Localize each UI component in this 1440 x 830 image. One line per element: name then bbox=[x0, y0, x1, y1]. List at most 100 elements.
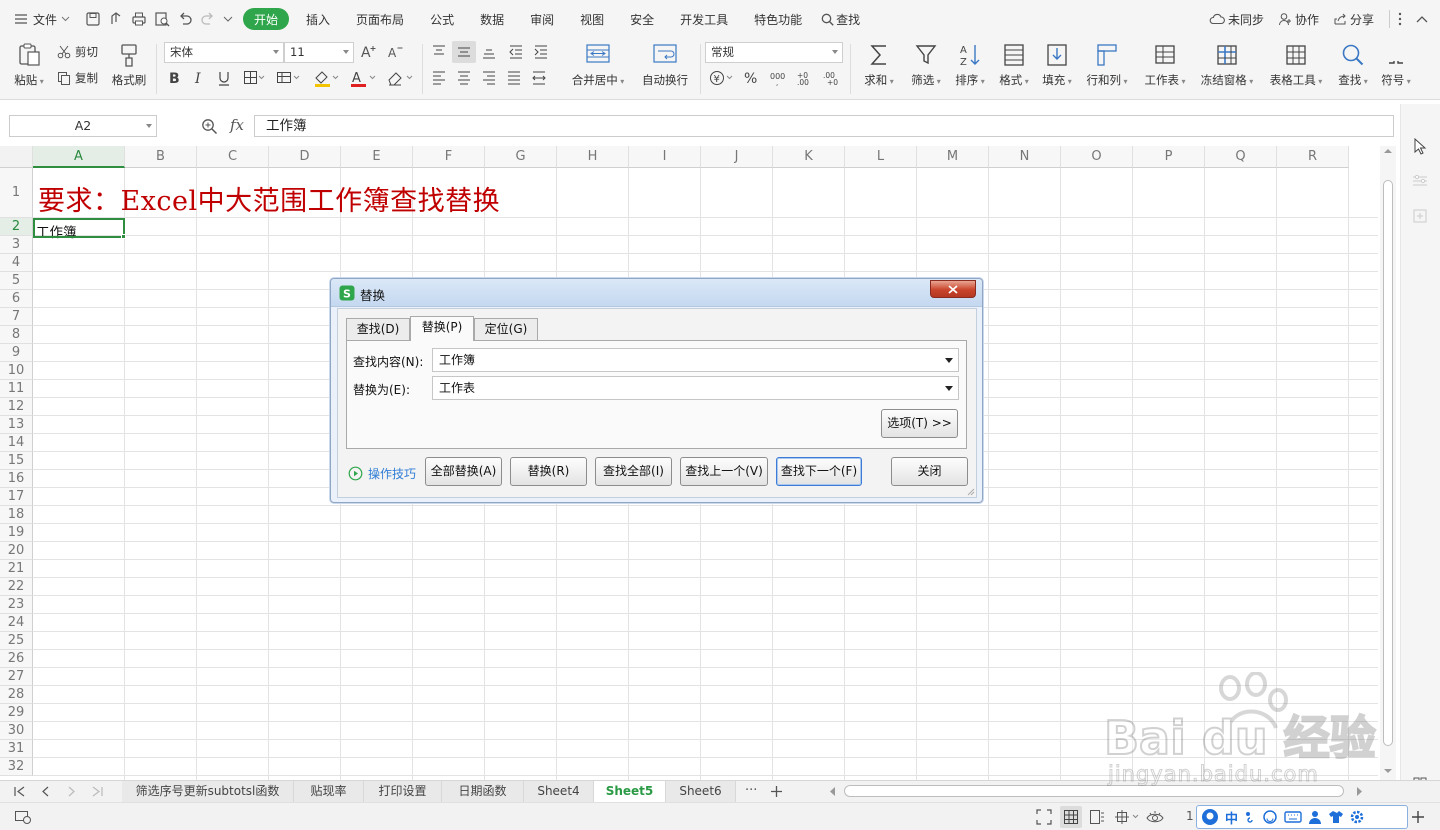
column-header[interactable]: E bbox=[341, 146, 413, 168]
tab-page-layout[interactable]: 页面布局 bbox=[343, 8, 417, 30]
row-header[interactable]: 12 bbox=[0, 398, 33, 416]
add-sheet-icon[interactable] bbox=[770, 785, 783, 798]
column-header[interactable]: D bbox=[269, 146, 341, 168]
column-header[interactable]: C bbox=[197, 146, 269, 168]
row-header[interactable]: 27 bbox=[0, 668, 33, 686]
scroll-up-icon[interactable] bbox=[1384, 148, 1392, 154]
distribute-icon[interactable] bbox=[531, 71, 547, 85]
percent-icon[interactable]: % bbox=[743, 70, 759, 86]
number-format-select[interactable]: 常规 bbox=[705, 42, 843, 63]
thousands-icon[interactable]: 000, bbox=[769, 70, 787, 86]
tab-developer[interactable]: 开发工具 bbox=[667, 8, 741, 30]
tab-replace[interactable]: 替换(P) bbox=[410, 316, 474, 341]
scroll-right-icon[interactable] bbox=[1356, 787, 1362, 796]
dialog-close-button[interactable] bbox=[930, 280, 976, 298]
punctuation-icon[interactable] bbox=[1244, 810, 1256, 824]
tab-formula[interactable]: 公式 bbox=[417, 8, 467, 30]
select-all-corner[interactable] bbox=[0, 146, 33, 168]
row-header[interactable]: 29 bbox=[0, 704, 33, 722]
replace-button[interactable]: 替换(R) bbox=[510, 457, 587, 486]
find-next-button[interactable]: 查找下一个(F) bbox=[776, 457, 862, 486]
column-header[interactable]: Q bbox=[1205, 146, 1277, 168]
fill-handle[interactable] bbox=[121, 234, 126, 239]
row-header[interactable]: 6 bbox=[0, 290, 33, 308]
zoom-formula-icon[interactable] bbox=[201, 118, 218, 135]
name-box[interactable]: A2 bbox=[9, 115, 157, 137]
clear-format-icon[interactable] bbox=[386, 70, 414, 87]
horizontal-scrollbar[interactable] bbox=[826, 784, 1366, 799]
column-header[interactable]: A bbox=[33, 146, 125, 168]
underline-icon[interactable] bbox=[217, 70, 231, 86]
font-size-select[interactable]: 11 bbox=[284, 42, 354, 63]
row-header[interactable]: 20 bbox=[0, 542, 33, 560]
sum-button[interactable]: 求和 ▾ bbox=[859, 42, 899, 88]
dialog-titlebar[interactable]: S 替换 bbox=[331, 279, 982, 307]
ime-mode[interactable]: 中 bbox=[1225, 808, 1238, 827]
collab-button[interactable]: 协作 bbox=[1271, 8, 1326, 30]
cut-button[interactable]: 剪切 bbox=[57, 44, 98, 60]
decrease-font-icon[interactable]: A bbox=[387, 44, 405, 60]
replace-all-button[interactable]: 全部替换(A) bbox=[425, 457, 502, 486]
row-header[interactable]: 28 bbox=[0, 686, 33, 704]
fullscreen-icon[interactable] bbox=[1036, 809, 1052, 825]
italic-icon[interactable]: I bbox=[193, 70, 207, 86]
increase-decimal-icon[interactable]: +0.00 bbox=[796, 70, 816, 86]
table-tools-button[interactable]: 表格工具 ▾ bbox=[1264, 42, 1328, 88]
align-bottom-icon[interactable] bbox=[481, 45, 497, 59]
increase-font-icon[interactable]: A bbox=[360, 44, 378, 60]
print-icon[interactable] bbox=[131, 11, 147, 27]
row-header[interactable]: 7 bbox=[0, 308, 33, 326]
row-header[interactable]: 21 bbox=[0, 560, 33, 578]
row-header[interactable]: 23 bbox=[0, 596, 33, 614]
backup-icon[interactable] bbox=[1412, 208, 1428, 224]
column-header[interactable]: F bbox=[413, 146, 485, 168]
symbol-button[interactable]: 符号 ▾ bbox=[1377, 42, 1415, 88]
column-header[interactable]: B bbox=[125, 146, 197, 168]
copy-button[interactable]: 复制 bbox=[57, 70, 98, 86]
currency-icon[interactable]: ¥ bbox=[709, 70, 735, 86]
cursor-icon[interactable] bbox=[1413, 138, 1427, 156]
formula-input[interactable]: 工作簿 bbox=[254, 115, 1394, 137]
chevron-down-icon[interactable] bbox=[945, 386, 953, 391]
align-left-icon[interactable] bbox=[431, 71, 447, 85]
row-header[interactable]: 8 bbox=[0, 326, 33, 344]
first-sheet-icon[interactable] bbox=[14, 786, 26, 797]
column-header[interactable]: R bbox=[1277, 146, 1349, 168]
paste-button[interactable]: 粘贴 ▾ bbox=[11, 42, 47, 88]
column-header[interactable]: I bbox=[629, 146, 701, 168]
column-header[interactable]: P bbox=[1133, 146, 1205, 168]
export-icon[interactable] bbox=[108, 11, 124, 27]
sync-status[interactable]: 未同步 bbox=[1202, 8, 1271, 30]
redo-icon[interactable] bbox=[200, 11, 216, 27]
row-header[interactable]: 3 bbox=[0, 236, 33, 254]
filter-button[interactable]: 筛选 ▾ bbox=[905, 42, 947, 88]
sort-button[interactable]: AZ 排序 ▾ bbox=[950, 42, 990, 88]
more-icon[interactable] bbox=[1398, 12, 1402, 26]
fill-color-icon[interactable] bbox=[313, 70, 339, 87]
eye-protection-icon[interactable] bbox=[1146, 809, 1164, 825]
shirt-icon[interactable] bbox=[1328, 810, 1344, 824]
row-header[interactable]: 17 bbox=[0, 488, 33, 506]
row-header[interactable]: 18 bbox=[0, 506, 33, 524]
align-right-icon[interactable] bbox=[481, 71, 497, 85]
font-name-select[interactable]: 宋体 bbox=[164, 42, 284, 63]
emoji-icon[interactable] bbox=[1262, 809, 1278, 825]
row-header[interactable]: 31 bbox=[0, 740, 33, 758]
more-sheets-icon[interactable]: ··· bbox=[745, 781, 757, 801]
find-previous-button[interactable]: 查找上一个(V) bbox=[680, 457, 768, 486]
row-header[interactable]: 25 bbox=[0, 632, 33, 650]
indent-increase-icon[interactable] bbox=[533, 45, 549, 59]
tab-data[interactable]: 数据 bbox=[467, 8, 517, 30]
decrease-decimal-icon[interactable]: .00 +0 bbox=[822, 70, 842, 86]
prev-sheet-icon[interactable] bbox=[41, 786, 50, 797]
column-header[interactable]: M bbox=[917, 146, 989, 168]
bold-icon[interactable]: B bbox=[168, 70, 182, 86]
sheet-tab[interactable]: 贴现率 bbox=[294, 781, 364, 802]
print-preview-icon[interactable] bbox=[154, 11, 170, 27]
page-break-view-icon[interactable] bbox=[1089, 809, 1105, 825]
tab-find[interactable]: 查找(D) bbox=[346, 318, 410, 341]
indent-decrease-icon[interactable] bbox=[508, 45, 524, 59]
column-header[interactable]: J bbox=[701, 146, 773, 168]
collapse-ribbon-icon[interactable] bbox=[1416, 15, 1428, 23]
macro-icon[interactable] bbox=[14, 809, 32, 825]
